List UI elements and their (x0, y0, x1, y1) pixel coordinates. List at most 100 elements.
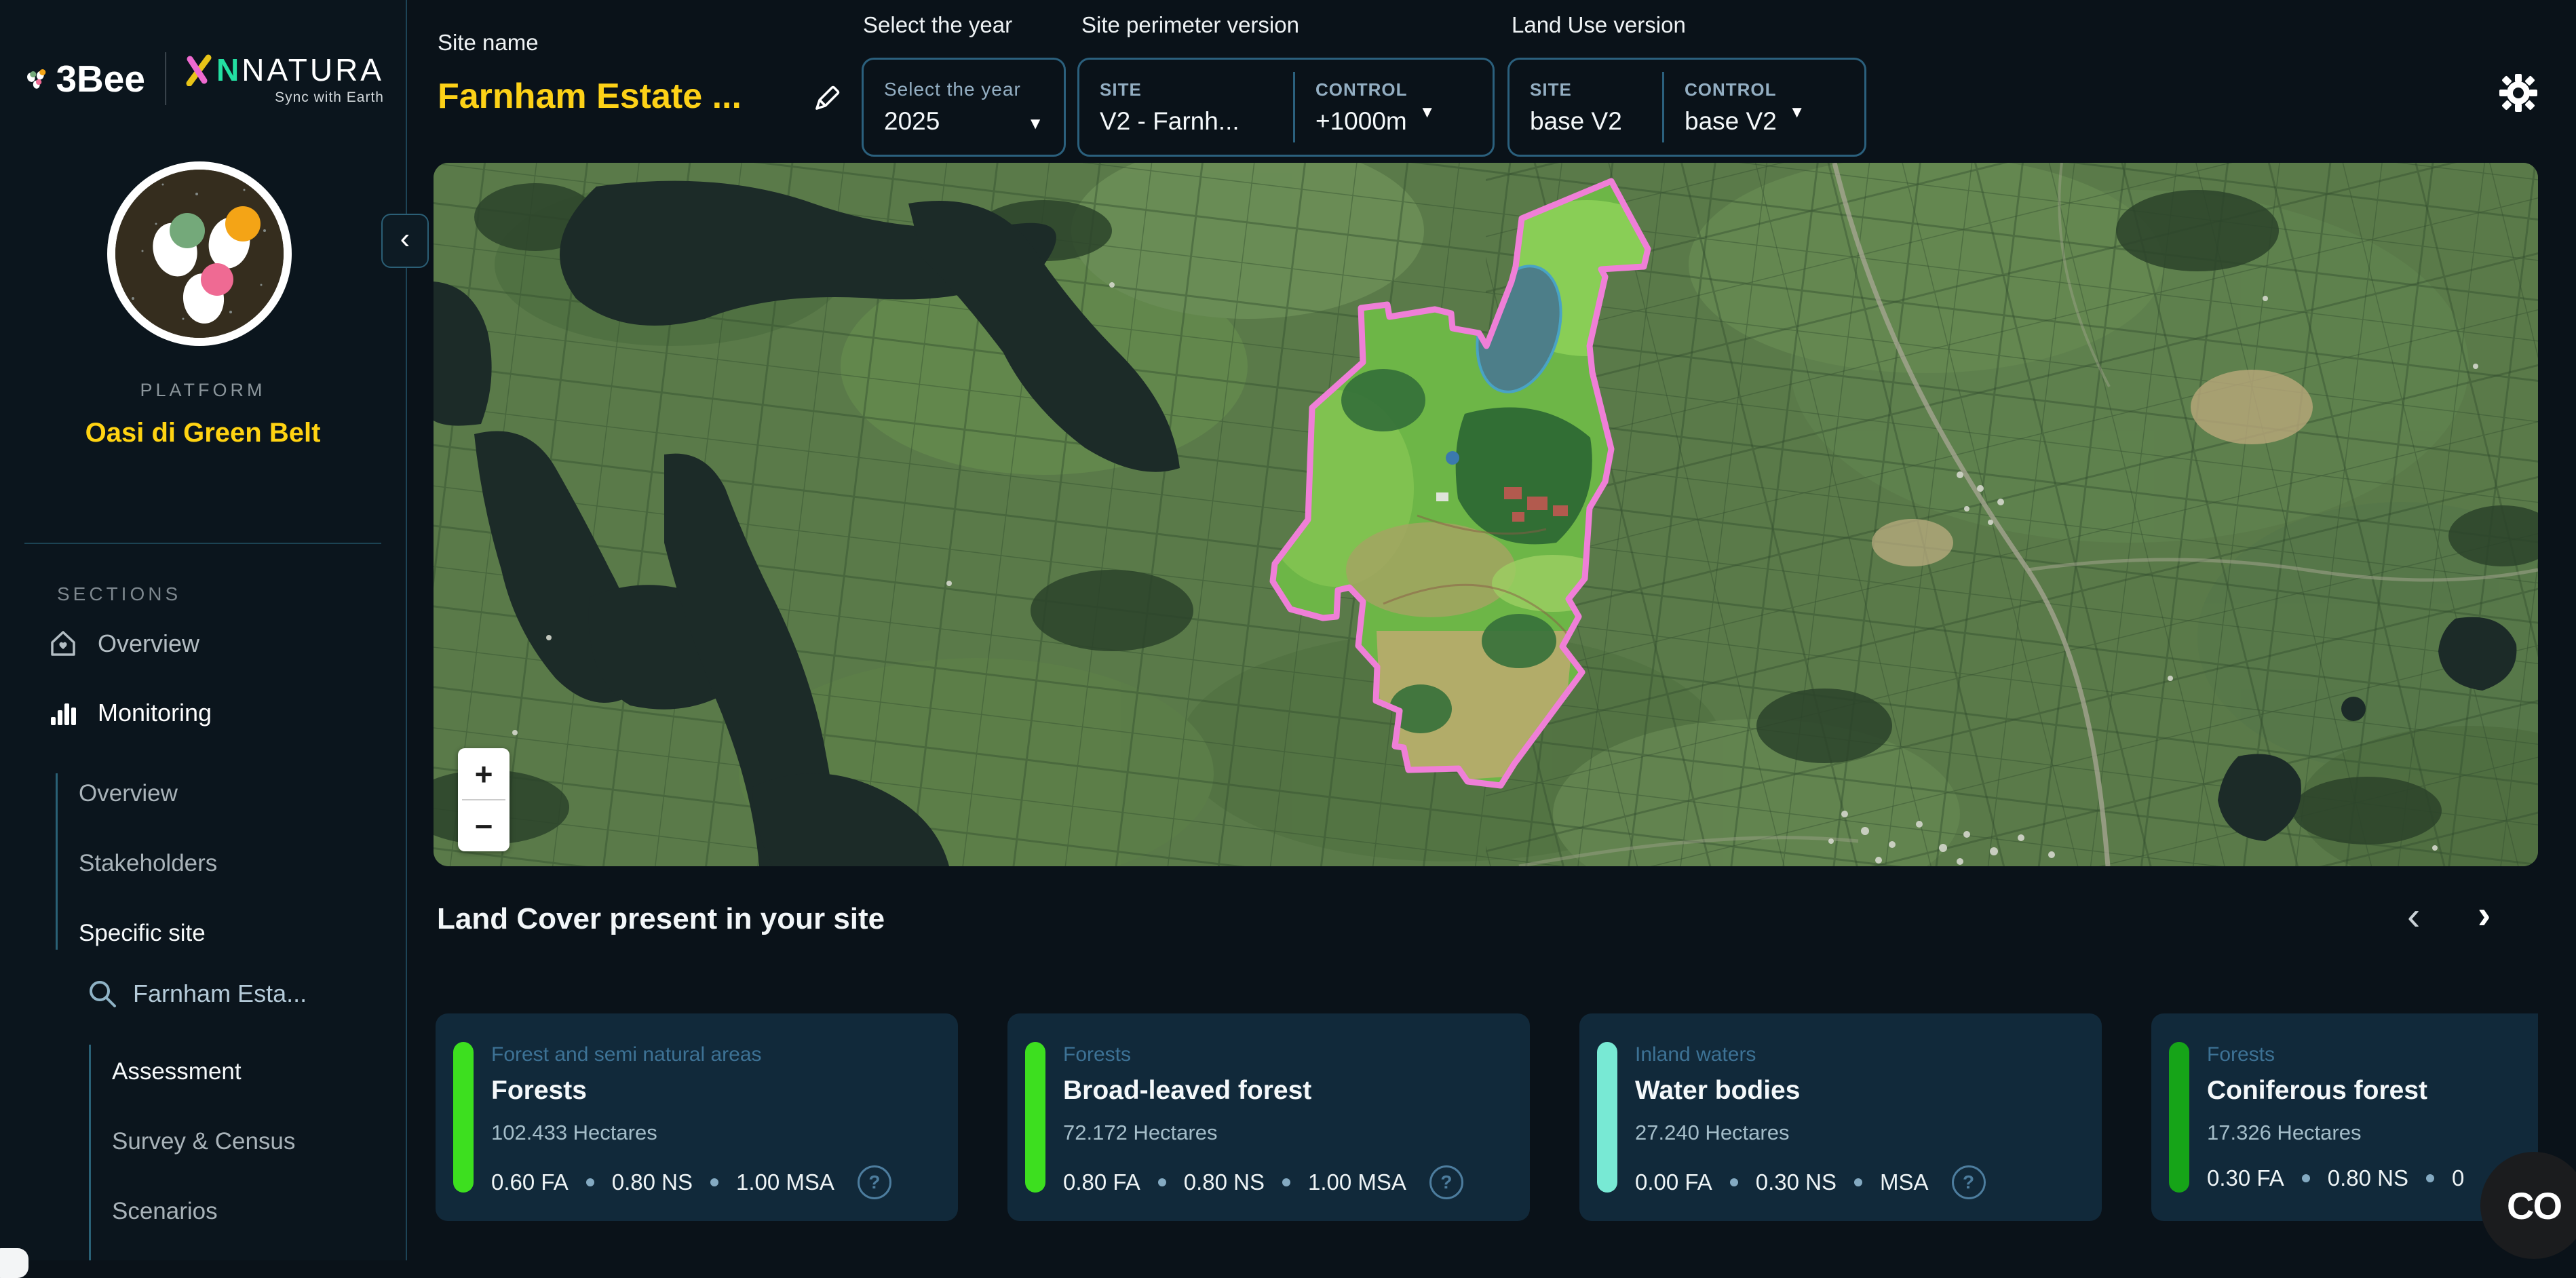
map-zoom-control: + − (458, 748, 510, 851)
land-cover-carousel: Forest and semi natural areas Forests 10… (436, 1013, 2538, 1221)
perimeter-site-value: V2 - Farnh... (1100, 107, 1273, 136)
metric-fa: 0.30 FA (2207, 1165, 2284, 1191)
sidebar-item-scenarios[interactable]: Scenarios (112, 1198, 218, 1225)
help-icon[interactable]: ? (858, 1165, 891, 1199)
platform-name: Oasi di Green Belt (75, 414, 331, 452)
metric-ns: 0.80 NS (612, 1169, 693, 1195)
metric-msa: 1.00 MSA (736, 1169, 834, 1195)
card-area: 27.240 Hectares (1635, 1121, 1789, 1145)
metric-ns: 0.80 NS (2328, 1165, 2408, 1191)
metric-separator-dot (2426, 1174, 2434, 1182)
subnav-line (56, 773, 58, 950)
xnatura-word: NATURA (242, 52, 384, 88)
bar-chart-icon (47, 697, 79, 729)
card-accent-bar (453, 1042, 474, 1193)
site-search[interactable]: Farnham Esta... (87, 978, 307, 1009)
sidebar-item-overview[interactable]: Overview (47, 628, 199, 659)
perimeter-control-label: CONTROL (1315, 79, 1472, 100)
app-root: { "brand": { "name": "3Bee", "x": "x", "… (0, 0, 2576, 1260)
card-title: Coniferous forest (2207, 1076, 2427, 1106)
site-search-value: Farnham Esta... (133, 980, 307, 1008)
caret-down-icon: ▼ (1419, 103, 1436, 122)
search-icon (87, 978, 118, 1009)
zoom-in-button[interactable]: + (458, 748, 510, 799)
perimeter-control-value: +1000m (1315, 107, 1407, 136)
threebee-logo-icon (24, 50, 46, 108)
xnatura-logo: NNATURA Sync with Earth (184, 52, 384, 106)
brand-name: 3Bee (56, 57, 145, 100)
card-accent-bar (1597, 1042, 1617, 1193)
landuse-site-value: base V2 (1530, 107, 1642, 136)
land-cover-card[interactable]: Forest and semi natural areas Forests 10… (436, 1013, 958, 1221)
carousel-prev-button[interactable]: ‹ (2407, 897, 2420, 936)
help-icon[interactable]: ? (1952, 1165, 1986, 1199)
sidebar-item-monitoring-overview[interactable]: Overview (79, 780, 178, 807)
metric-msa: MSA (1880, 1169, 1929, 1195)
platform-avatar[interactable] (107, 161, 292, 346)
card-area: 17.326 Hectares (2207, 1121, 2361, 1145)
platform-label: PLATFORM (0, 380, 406, 401)
edit-site-name-button[interactable] (809, 81, 844, 120)
landuse-site-label: SITE (1530, 79, 1642, 100)
sidebar-item-label: Monitoring (98, 699, 212, 727)
card-metrics: 0.80 FA 0.80 NS 1.00 MSA ? (1063, 1165, 1463, 1199)
land-cover-title: Land Cover present in your site (437, 902, 885, 936)
metric-msa: 1.00 MSA (1308, 1169, 1406, 1195)
card-metrics: 0.00 FA 0.30 NS MSA ? (1635, 1165, 1986, 1199)
metric-ns: 0.30 NS (1756, 1169, 1837, 1195)
card-metrics: 0.60 FA 0.80 NS 1.00 MSA ? (491, 1165, 891, 1199)
brand-logo: 3Bee NNATURA Sync with Earth (24, 45, 384, 113)
xnatura-x-icon (184, 54, 214, 86)
card-area: 72.172 Hectares (1063, 1121, 1217, 1145)
card-title: Broad-leaved forest (1063, 1076, 1311, 1106)
sidebar-item-specific-site[interactable]: Specific site (79, 920, 206, 947)
sidebar-item-survey-census[interactable]: Survey & Census (112, 1128, 295, 1155)
card-metrics: 0.30 FA 0.80 NS 0 (2207, 1165, 2464, 1191)
sidebar-item-assessment[interactable]: Assessment (112, 1058, 242, 1085)
chat-widget-corner[interactable] (0, 1248, 28, 1278)
sidebar-collapse-button[interactable]: ‹ (381, 214, 429, 268)
metric-separator-dot (1282, 1178, 1290, 1186)
card-title: Water bodies (1635, 1076, 1800, 1106)
platform-avatar-image (115, 170, 284, 338)
metric-separator-dot (1158, 1178, 1166, 1186)
landuse-control-value: base V2 (1685, 107, 1777, 136)
metric-fa: 0.00 FA (1635, 1169, 1712, 1195)
card-accent-bar (1025, 1042, 1045, 1193)
metric-fa: 0.60 FA (491, 1169, 569, 1195)
sidebar-divider (24, 543, 381, 544)
zoom-out-button[interactable]: − (458, 800, 510, 851)
settings-button[interactable] (2497, 71, 2540, 118)
site-name-label: Site name (438, 30, 539, 56)
chevron-left-icon: ‹ (400, 222, 410, 256)
metric-separator-dot (710, 1178, 718, 1186)
home-heart-icon (47, 628, 79, 659)
pencil-icon (809, 81, 844, 117)
land-cover-card[interactable]: Forests Broad-leaved forest 72.172 Hecta… (1007, 1013, 1530, 1221)
landuse-select[interactable]: SITE base V2 CONTROL base V2 ▼ (1507, 58, 1866, 157)
cookie-logo: CO (2507, 1184, 2561, 1228)
card-title: Forests (491, 1076, 587, 1106)
sidebar-item-stakeholders[interactable]: Stakeholders (79, 850, 217, 877)
caret-down-icon: ▼ (1027, 115, 1043, 134)
site-map[interactable]: + − (434, 163, 2538, 866)
year-select-value: 2025 (884, 107, 940, 136)
caret-down-icon: ▼ (1789, 103, 1805, 122)
card-category: Forest and semi natural areas (491, 1043, 762, 1066)
subnav-line-nested (89, 1045, 91, 1260)
perimeter-select-label: Site perimeter version (1081, 12, 1299, 38)
landuse-select-label: Land Use version (1512, 12, 1686, 38)
metric-ns: 0.80 NS (1184, 1169, 1265, 1195)
perimeter-select[interactable]: SITE V2 - Farnh... CONTROL +1000m ▼ (1077, 58, 1495, 157)
metric-separator-dot (2302, 1174, 2310, 1182)
carousel-next-button[interactable]: › (2478, 895, 2491, 935)
metric-fa: 0.80 FA (1063, 1169, 1140, 1195)
help-icon[interactable]: ? (1429, 1165, 1463, 1199)
cookie-consent-button[interactable]: CO (2480, 1152, 2576, 1259)
metric-msa: 0 (2452, 1165, 2464, 1191)
land-cover-card[interactable]: Inland waters Water bodies 27.240 Hectar… (1579, 1013, 2102, 1221)
sidebar-item-monitoring[interactable]: Monitoring (47, 697, 212, 729)
land-cover-card[interactable]: Forests Coniferous forest 17.326 Hectare… (2151, 1013, 2538, 1221)
year-select[interactable]: Select the year 2025 ▼ (862, 58, 1066, 157)
perimeter-site-label: SITE (1100, 79, 1273, 100)
